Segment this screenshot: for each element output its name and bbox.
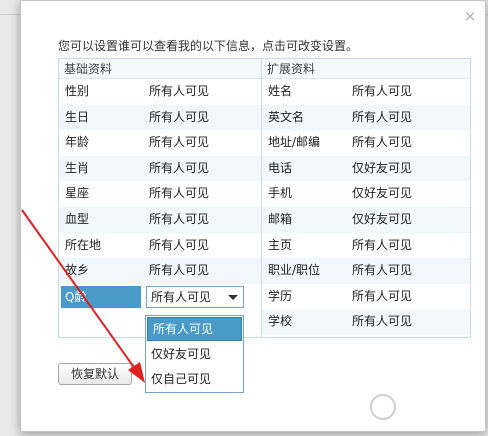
privacy-row[interactable]: 生肖 所有人可见	[59, 155, 267, 182]
privacy-row[interactable]: 故乡 所有人可见	[59, 258, 267, 284]
field-label: 血型	[65, 211, 90, 226]
visibility-value[interactable]: 所有人可见	[149, 258, 209, 284]
dropdown-option-self[interactable]: 仅自己可见	[146, 367, 243, 392]
basic-info-panel: 基础资料 性别 所有人可见 生日 所有人可见 年龄 所有人可见 生肖 所有人可见 星座所…	[58, 58, 268, 338]
visibility-value[interactable]: 所有人可见	[352, 105, 412, 131]
field-label: 地址/邮编	[268, 135, 321, 150]
visibility-value[interactable]: 所有人可见	[149, 79, 209, 105]
field-label: 性别	[65, 84, 90, 98]
watermark-logo	[370, 392, 480, 422]
field-label: 职业/职位	[268, 263, 321, 278]
privacy-row[interactable]: 学校 所有人可见	[262, 309, 470, 335]
field-label: 所在地	[65, 237, 102, 252]
dialog-description: 您可以设置谁可以查看我的以下信息，点击可改变设置。	[58, 39, 359, 53]
field-label: 星座	[65, 186, 90, 201]
privacy-row[interactable]: 地址/邮编 所有人可见	[262, 130, 470, 156]
privacy-row[interactable]: 学历 所有人可见	[262, 284, 470, 310]
extended-info-title: 扩展资料	[262, 59, 470, 79]
visibility-value[interactable]: 所有人可见	[149, 130, 209, 156]
visibility-value[interactable]: 所有人可见	[352, 284, 412, 310]
reset-default-button[interactable]: 恢复默认	[58, 363, 132, 385]
privacy-row[interactable]: 职业/职位 所有人可见	[262, 258, 470, 284]
visibility-value[interactable]: 所有人可见	[149, 207, 209, 233]
visibility-dropdown: 所有人可见 仅好友可见 仅自己可见	[145, 315, 244, 393]
privacy-row[interactable]: 电话 仅好友可见	[262, 155, 470, 182]
field-label: 手机	[268, 186, 293, 201]
visibility-value[interactable]: 所有人可见	[352, 258, 412, 284]
field-label: 姓名	[268, 84, 293, 98]
visibility-value[interactable]: 所有人可见	[149, 181, 209, 207]
dropdown-option-everyone[interactable]: 所有人可见	[147, 317, 242, 341]
privacy-row[interactable]: 手机 仅好友可见	[262, 181, 470, 207]
visibility-value[interactable]: 仅好友可见	[352, 181, 412, 207]
dropdown-option-friends[interactable]: 仅好友可见	[146, 342, 243, 367]
field-label: 英文名	[268, 109, 305, 124]
privacy-row[interactable]: 所在地 所有人可见	[59, 233, 267, 259]
privacy-row-selected[interactable]: Q龄 所有人可见	[59, 284, 267, 310]
close-icon[interactable]: ×	[463, 9, 477, 24]
visibility-select[interactable]: 所有人可见	[146, 285, 244, 308]
privacy-settings-dialog: × 您可以设置谁可以查看我的以下信息，点击可改变设置。 基础资料 性别 所有人可见…	[20, 0, 486, 432]
field-label: 年龄	[65, 135, 90, 150]
field-label: 故乡	[65, 263, 90, 278]
visibility-value[interactable]: 所有人可见	[149, 105, 209, 131]
field-label-selected: Q龄	[61, 285, 141, 308]
privacy-row[interactable]: 姓名 所有人可见	[262, 79, 470, 105]
privacy-row[interactable]: 英文名 所有人可见	[262, 104, 470, 131]
privacy-row[interactable]: 主页 所有人可见	[262, 233, 470, 259]
privacy-row[interactable]: 血型 所有人可见	[59, 206, 267, 233]
field-label: 电话	[268, 160, 293, 175]
field-label: 邮箱	[268, 211, 293, 226]
visibility-value[interactable]: 所有人可见	[352, 233, 412, 259]
privacy-row[interactable]: 邮箱 仅好友可见	[262, 206, 470, 233]
visibility-value[interactable]: 所有人可见	[352, 309, 412, 335]
privacy-row[interactable]: 星座 所有人可见	[59, 181, 267, 207]
visibility-value[interactable]: 仅好友可见	[352, 207, 412, 233]
visibility-select-value: 所有人可见	[151, 289, 212, 304]
visibility-value[interactable]: 仅好友可见	[352, 156, 412, 182]
field-label: 生肖	[65, 160, 90, 175]
basic-info-title: 基础资料	[59, 59, 267, 79]
field-label: 主页	[268, 237, 293, 252]
field-label: 生日	[65, 109, 90, 124]
visibility-value[interactable]: 所有人可见	[149, 233, 209, 259]
visibility-value[interactable]: 所有人可见	[352, 130, 412, 156]
privacy-row[interactable]: 年龄 所有人可见	[59, 130, 267, 156]
paw-icon	[370, 394, 396, 420]
visibility-value[interactable]: 所有人可见	[149, 156, 209, 182]
privacy-row[interactable]: 生日 所有人可见	[59, 104, 267, 131]
field-label: 学校	[268, 314, 293, 329]
visibility-value[interactable]: 所有人可见	[352, 79, 412, 105]
privacy-row[interactable]: 性别 所有人可见	[59, 79, 267, 105]
extended-info-panel: 扩展资料 姓名 所有人可见 英文名 所有人可见 地址/邮编 所有人可见 电话 仅好友可见…	[261, 58, 471, 338]
chevron-down-icon[interactable]	[228, 294, 238, 300]
field-label: 学历	[268, 288, 293, 303]
